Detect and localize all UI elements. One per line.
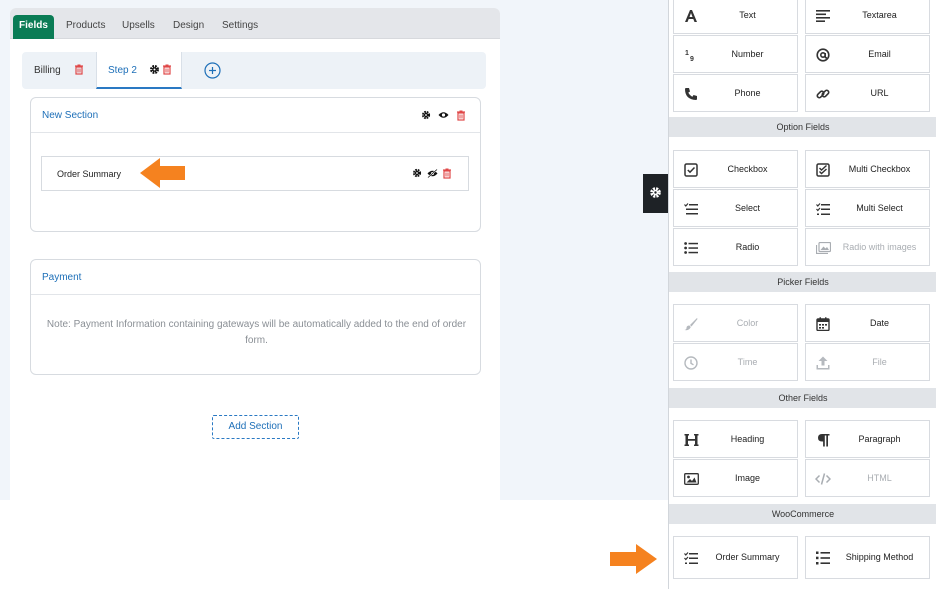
svg-text:1: 1 (685, 50, 689, 57)
group-heading-picker-fields: Picker Fields (669, 272, 936, 292)
step-tab-billing[interactable]: Billing (22, 52, 96, 89)
palette-field-shipping-method[interactable]: Shipping Method (805, 536, 930, 579)
section-card-new-section: New Section Order Summary (30, 97, 481, 232)
palette-field-text[interactable]: Text (673, 0, 798, 34)
group-heading-option-fields: Option Fields (669, 117, 936, 137)
builder-panel: Fields Products Upsells Design Settings … (10, 8, 500, 500)
palette-field-email[interactable]: Email (805, 35, 930, 73)
tab-products[interactable]: Products (60, 15, 111, 39)
link-icon (814, 85, 832, 103)
palette-field-textarea[interactable]: Textarea (805, 0, 930, 34)
field-label: Order Summary (57, 169, 122, 179)
upload-icon (814, 354, 832, 372)
palette-field-image[interactable]: Image (673, 459, 798, 497)
group-heading-woocommerce: WooCommerce (669, 504, 936, 524)
trash-icon[interactable] (162, 64, 172, 75)
textarea-icon (814, 7, 832, 25)
gear-icon[interactable] (412, 168, 422, 178)
palette-field-order-summary[interactable]: Order Summary (673, 536, 798, 579)
code-icon (814, 470, 832, 488)
pointer-arrow (140, 158, 185, 188)
tab-fields[interactable]: Fields (13, 15, 54, 39)
pointer-arrow (610, 544, 657, 574)
palette-field-radio-with-images[interactable]: Radio with images (805, 228, 930, 266)
eye-icon[interactable] (438, 111, 449, 119)
palette-field-radio[interactable]: Radio (673, 228, 798, 266)
palette-field-html[interactable]: HTML (805, 459, 930, 497)
checkbox-icon (682, 161, 700, 179)
trash-icon[interactable] (442, 168, 452, 179)
add-section-button[interactable]: Add Section (212, 415, 299, 439)
palette-field-time[interactable]: Time (673, 343, 798, 381)
palette-field-checkbox[interactable]: Checkbox (673, 150, 798, 188)
gear-icon[interactable] (421, 110, 431, 120)
number-icon: 19 (682, 46, 700, 64)
group-heading-other-fields: Other Fields (669, 388, 936, 408)
section-card-payment: Payment Note: Payment Information contai… (30, 259, 481, 375)
palette-field-file[interactable]: File (805, 343, 930, 381)
step-tab-step-2[interactable]: Step 2 (96, 52, 182, 89)
gear-icon (649, 186, 662, 202)
at-icon (814, 46, 832, 64)
palette-field-url[interactable]: URL (805, 74, 930, 112)
palette-field-phone[interactable]: Phone (673, 74, 798, 112)
step-tabs: Billing Step 2 (22, 52, 486, 89)
palette-field-date[interactable]: Date (805, 304, 930, 342)
palette-field-select[interactable]: Select (673, 189, 798, 227)
brush-icon (682, 315, 700, 333)
step-label: Billing (34, 65, 61, 76)
field-row-order-summary[interactable]: Order Summary (41, 156, 469, 191)
top-tabs: Fields Products Upsells Design Settings (10, 8, 500, 39)
step-label: Step 2 (108, 65, 137, 76)
sidebar-settings-toggle[interactable] (643, 174, 668, 213)
section-title: Payment (42, 272, 82, 283)
image-icon (682, 470, 700, 488)
order-list-icon (682, 549, 700, 567)
add-step-icon[interactable] (204, 62, 221, 79)
radio-icon (682, 239, 700, 257)
palette-field-heading[interactable]: Heading (673, 420, 798, 458)
tab-upsells[interactable]: Upsells (116, 15, 161, 39)
select-icon (682, 200, 700, 218)
gear-icon[interactable] (149, 64, 160, 75)
field-palette: Text Textarea 19 Number Email Phone URL … (668, 0, 936, 589)
section-header: New Section (31, 98, 480, 133)
palette-field-multi-select[interactable]: Multi Select (805, 189, 930, 227)
trash-icon[interactable] (74, 64, 84, 75)
tab-settings[interactable]: Settings (216, 15, 264, 39)
text-icon (682, 7, 700, 25)
multi-select-icon (814, 200, 832, 218)
svg-text:9: 9 (690, 56, 694, 62)
heading-icon (682, 431, 700, 449)
list-icon (814, 549, 832, 567)
palette-field-color[interactable]: Color (673, 304, 798, 342)
tab-design[interactable]: Design (167, 15, 210, 39)
payment-note: Note: Payment Information containing gat… (46, 319, 467, 346)
palette-field-multi-checkbox[interactable]: Multi Checkbox (805, 150, 930, 188)
trash-icon[interactable] (456, 110, 466, 121)
phone-icon (682, 85, 700, 103)
calendar-icon (814, 315, 832, 333)
paragraph-icon (814, 431, 832, 449)
palette-field-paragraph[interactable]: Paragraph (805, 420, 930, 458)
eye-slash-icon[interactable] (427, 169, 438, 178)
section-header: Payment (31, 260, 480, 295)
palette-field-number[interactable]: 19 Number (673, 35, 798, 73)
image-icon (814, 239, 832, 257)
section-title[interactable]: New Section (42, 110, 98, 121)
multi-checkbox-icon (814, 161, 832, 179)
clock-icon (682, 354, 700, 372)
